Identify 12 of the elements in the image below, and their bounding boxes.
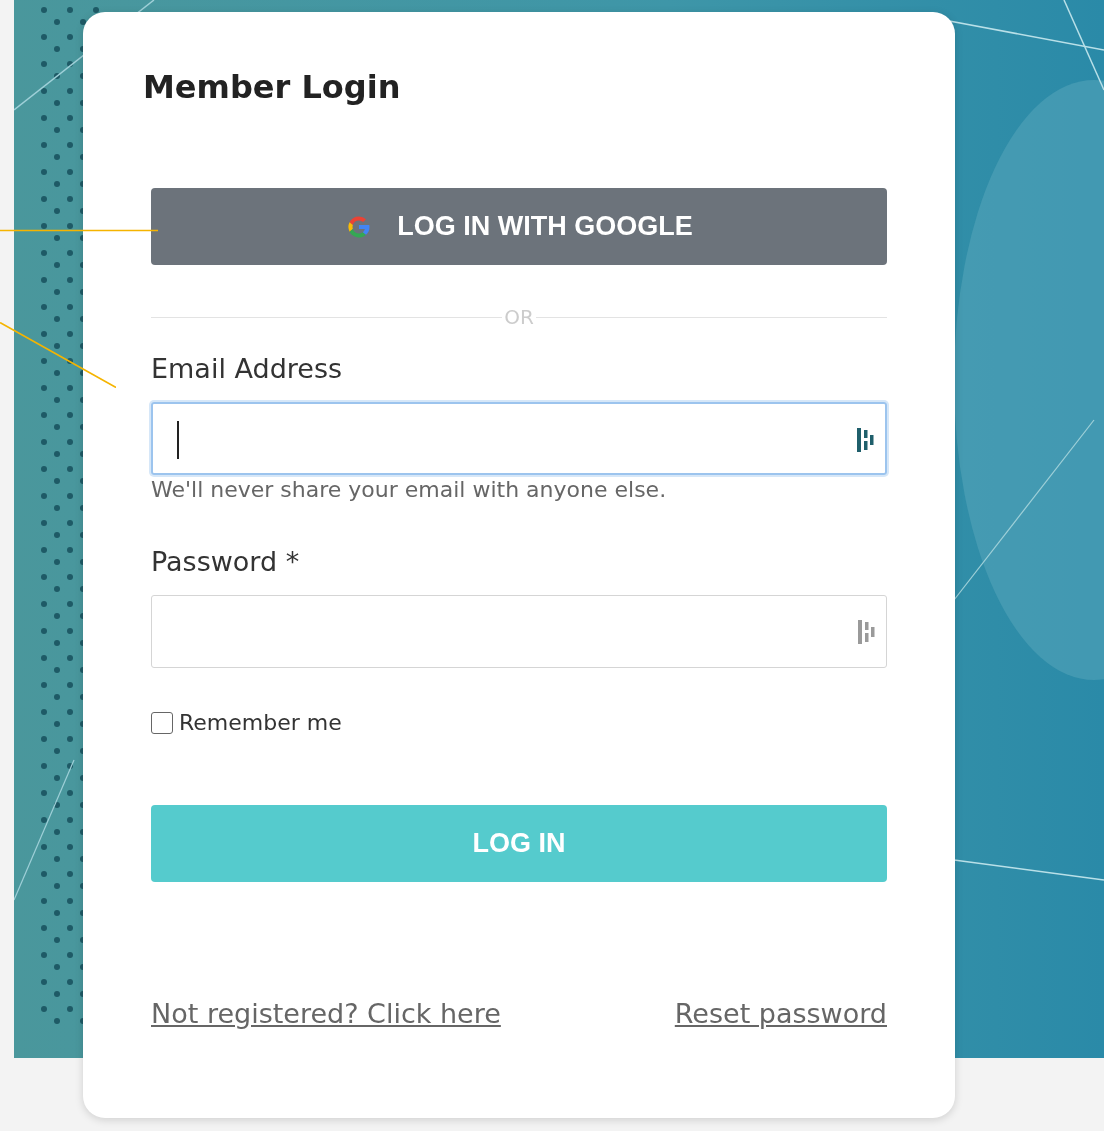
card-title: Member Login [143, 67, 401, 108]
password-manager-icon[interactable] [855, 426, 875, 454]
help-text: We'll never share your email with anyone else. [151, 476, 667, 504]
password-field[interactable] [151, 595, 887, 668]
email-field[interactable] [151, 402, 887, 475]
remember-checkbox[interactable] [151, 711, 173, 734]
reset-password-link[interactable]: Reset password [674, 998, 887, 1029]
field-label: Email Address [151, 352, 343, 386]
remember-label[interactable]: Remember me [179, 710, 342, 735]
field-label: Password * [151, 545, 300, 579]
register-link[interactable]: Not registered? Click here [151, 998, 501, 1029]
google-login-button[interactable]: LOG IN WITH GOOGLE [151, 188, 887, 265]
